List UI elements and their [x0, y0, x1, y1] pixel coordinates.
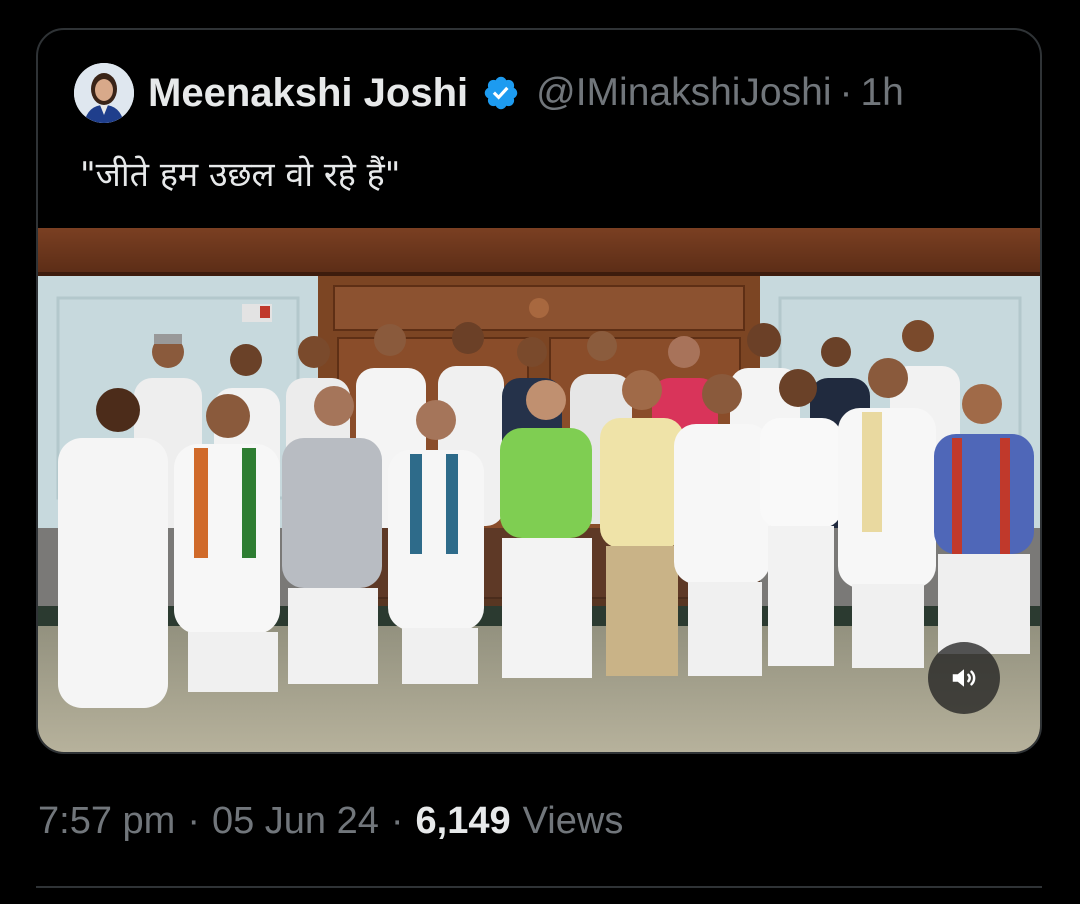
mute-toggle-button[interactable]	[928, 642, 1000, 714]
verified-badge-icon[interactable]	[482, 74, 520, 112]
tweet-date[interactable]: 05 Jun 24	[212, 800, 379, 843]
header-separator: ·	[839, 71, 853, 114]
meta-separator: ·	[390, 800, 404, 842]
tweet-detail-view: Meenakshi Joshi @IMinakshiJoshi · 1h "जी…	[0, 0, 1080, 904]
speaker-icon	[952, 669, 976, 687]
author-name[interactable]: Meenakshi Joshi	[148, 71, 468, 116]
author-handle[interactable]: @IMinakshiJoshi	[536, 71, 831, 115]
divider	[36, 886, 1042, 888]
avatar-image	[74, 63, 134, 123]
quoted-tweet-card[interactable]: Meenakshi Joshi @IMinakshiJoshi · 1h "जी…	[36, 28, 1042, 754]
views-label: Views	[522, 800, 624, 842]
avatar[interactable]	[74, 63, 134, 123]
relative-timestamp[interactable]: 1h	[860, 71, 903, 115]
tweet-media-photo[interactable]	[38, 228, 1040, 752]
meta-separator: ·	[187, 800, 200, 842]
views-count[interactable]: 6,149	[416, 800, 511, 843]
quoted-tweet-header: Meenakshi Joshi @IMinakshiJoshi · 1h	[74, 62, 904, 124]
tweet-metadata: 7:57 pm · 05 Jun 24 · 6,149 Views	[38, 800, 623, 843]
tweet-time[interactable]: 7:57 pm	[38, 800, 175, 843]
group-photo	[38, 228, 1040, 752]
quoted-tweet-text: "जीते हम उछल वो रहे हैं"	[80, 155, 401, 195]
